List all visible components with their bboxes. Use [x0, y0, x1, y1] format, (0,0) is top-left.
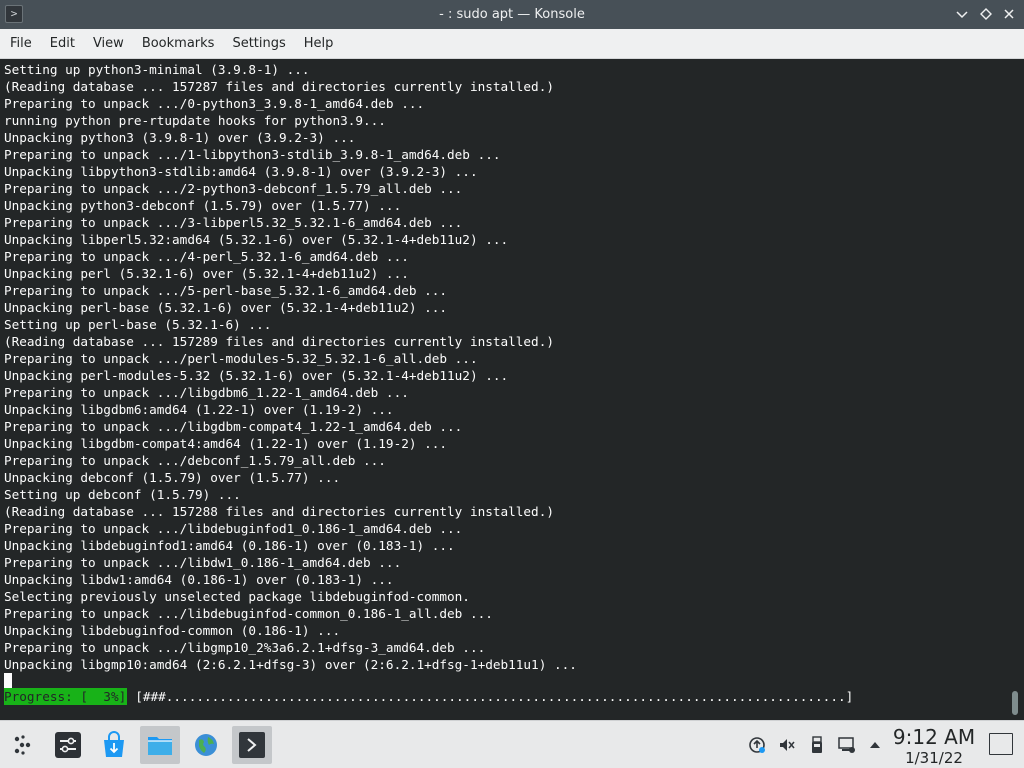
terminal-line: Unpacking debconf (1.5.79) over (1.5.77)…: [4, 470, 341, 485]
clock-time: 9:12 AM: [892, 725, 976, 749]
terminal-lines: Setting up python3-minimal (3.9.8-1) ...…: [4, 61, 1004, 673]
chevron-down-icon: [956, 11, 968, 19]
terminal-cursor: [4, 673, 12, 688]
window-title: - : sudo apt — Konsole: [439, 7, 585, 22]
web-browser-icon: [195, 734, 217, 756]
tray-volume[interactable]: [778, 736, 796, 754]
taskbar-file-manager[interactable]: [140, 726, 180, 764]
terminal-line: Unpacking libgmp10:amd64 (2:6.2.1+dfsg-3…: [4, 657, 577, 672]
tray-expand[interactable]: [866, 736, 884, 754]
terminal-line: Preparing to unpack .../1-libpython3-std…: [4, 147, 501, 162]
taskbar: 9:12 AM 1/31/22: [0, 720, 1024, 768]
terminal-line: (Reading database ... 157289 files and d…: [4, 334, 554, 349]
terminal-line: Preparing to unpack .../libdebuginfod1_0…: [4, 521, 463, 536]
terminal-line: Unpacking perl-base (5.32.1-6) over (5.3…: [4, 300, 448, 315]
terminal-line: (Reading database ... 157288 files and d…: [4, 504, 554, 519]
update-notifier-icon: [749, 737, 765, 753]
menu-view[interactable]: View: [84, 29, 133, 59]
terminal-line: Selecting previously unselected package …: [4, 589, 470, 604]
discover-store-icon: [104, 731, 124, 757]
terminal-line: Preparing to unpack .../libgmp10_2%3a6.2…: [4, 640, 486, 655]
menu-edit[interactable]: Edit: [41, 29, 84, 59]
terminal-line: Setting up debconf (1.5.79) ...: [4, 487, 241, 502]
diamond-icon: [980, 8, 992, 20]
terminal-line: Preparing to unpack .../libgdbm-compat4_…: [4, 419, 463, 434]
tray-update-notifier[interactable]: [748, 736, 766, 754]
terminal-line: Unpacking libdebuginfod-common (0.186-1)…: [4, 623, 341, 638]
menu-file[interactable]: File: [1, 29, 41, 59]
clock-date: 1/31/22: [905, 749, 963, 767]
app-launcher-icon: [14, 735, 31, 755]
terminal-line: Unpacking perl-modules-5.32 (5.32.1-6) o…: [4, 368, 509, 383]
menu-bookmarks[interactable]: Bookmarks: [133, 29, 224, 59]
terminal-line: Unpacking libgdbm6:amd64 (1.22-1) over (…: [4, 402, 394, 417]
maximize-button[interactable]: [976, 4, 996, 24]
apt-progress: Progress: [ 3%] [###....................…: [4, 688, 853, 705]
volume-muted-icon: [780, 739, 795, 751]
progress-bar: [###....................................…: [135, 689, 854, 704]
terminal-line: Unpacking libdw1:amd64 (0.186-1) over (0…: [4, 572, 394, 587]
taskbar-system-settings[interactable]: [48, 726, 88, 764]
close-icon: [1004, 9, 1014, 19]
konsole-terminal-icon: [239, 732, 265, 758]
taskbar-konsole[interactable]: [232, 726, 272, 764]
terminal-line: running python pre-rtupdate hooks for py…: [4, 113, 386, 128]
terminal-line: Preparing to unpack .../libgdbm6_1.22-1_…: [4, 385, 409, 400]
taskbar-web-browser[interactable]: [186, 726, 226, 764]
menu-bar: File Edit View Bookmarks Settings Help: [0, 29, 1024, 59]
taskbar-discover[interactable]: [94, 726, 134, 764]
window-titlebar[interactable]: > - : sudo apt — Konsole: [0, 0, 1024, 29]
terminal-line: Unpacking libgdbm-compat4:amd64 (1.22-1)…: [4, 436, 448, 451]
menu-help[interactable]: Help: [295, 29, 343, 59]
terminal-line: Preparing to unpack .../4-perl_5.32.1-6_…: [4, 249, 409, 264]
terminal-line: Unpacking libpython3-stdlib:amd64 (3.9.8…: [4, 164, 478, 179]
close-button[interactable]: [999, 4, 1019, 24]
progress-label: Progress: [ 3%]: [4, 688, 128, 705]
tray-network[interactable]: [838, 736, 856, 754]
terminal-line: Preparing to unpack .../libdw1_0.186-1_a…: [4, 555, 402, 570]
system-settings-icon: [55, 732, 81, 758]
expand-tray-arrow-icon: [870, 742, 880, 748]
show-desktop-button[interactable]: [989, 733, 1013, 755]
minimize-button[interactable]: [952, 4, 972, 24]
terminal-line: Preparing to unpack .../0-python3_3.9.8-…: [4, 96, 425, 111]
terminal-line: Unpacking libdebuginfod1:amd64 (0.186-1)…: [4, 538, 455, 553]
terminal-line: Preparing to unpack .../libdebuginfod-co…: [4, 606, 493, 621]
network-wired-icon: [838, 737, 855, 753]
terminal-line: Preparing to unpack .../5-perl-base_5.32…: [4, 283, 448, 298]
app-launcher-button[interactable]: [2, 726, 42, 764]
terminal-line: Setting up python3-minimal (3.9.8-1) ...: [4, 62, 310, 77]
terminal-line: Unpacking libperl5.32:amd64 (5.32.1-6) o…: [4, 232, 509, 247]
digital-clock[interactable]: 9:12 AM 1/31/22: [884, 725, 984, 767]
terminal-line: Unpacking python3 (3.9.8-1) over (3.9.2-…: [4, 130, 356, 145]
terminal-line: Unpacking python3-debconf (1.5.79) over …: [4, 198, 402, 213]
file-manager-icon: [148, 737, 172, 755]
terminal-line: Preparing to unpack .../debconf_1.5.79_a…: [4, 453, 386, 468]
terminal-line: Preparing to unpack .../perl-modules-5.3…: [4, 351, 478, 366]
tray-device-notifier[interactable]: [808, 736, 826, 754]
terminal-line: Preparing to unpack .../2-python3-debcon…: [4, 181, 463, 196]
terminal-output[interactable]: Setting up python3-minimal (3.9.8-1) ...…: [0, 59, 1024, 720]
terminal-scrollbar[interactable]: [1012, 691, 1018, 715]
terminal-line: (Reading database ... 157287 files and d…: [4, 79, 554, 94]
terminal-line: Unpacking perl (5.32.1-6) over (5.32.1-4…: [4, 266, 409, 281]
removable-device-icon: [812, 736, 822, 753]
terminal-line: Preparing to unpack .../3-libperl5.32_5.…: [4, 215, 463, 230]
terminal-line: Setting up perl-base (5.32.1-6) ...: [4, 317, 272, 332]
menu-settings[interactable]: Settings: [223, 29, 294, 59]
